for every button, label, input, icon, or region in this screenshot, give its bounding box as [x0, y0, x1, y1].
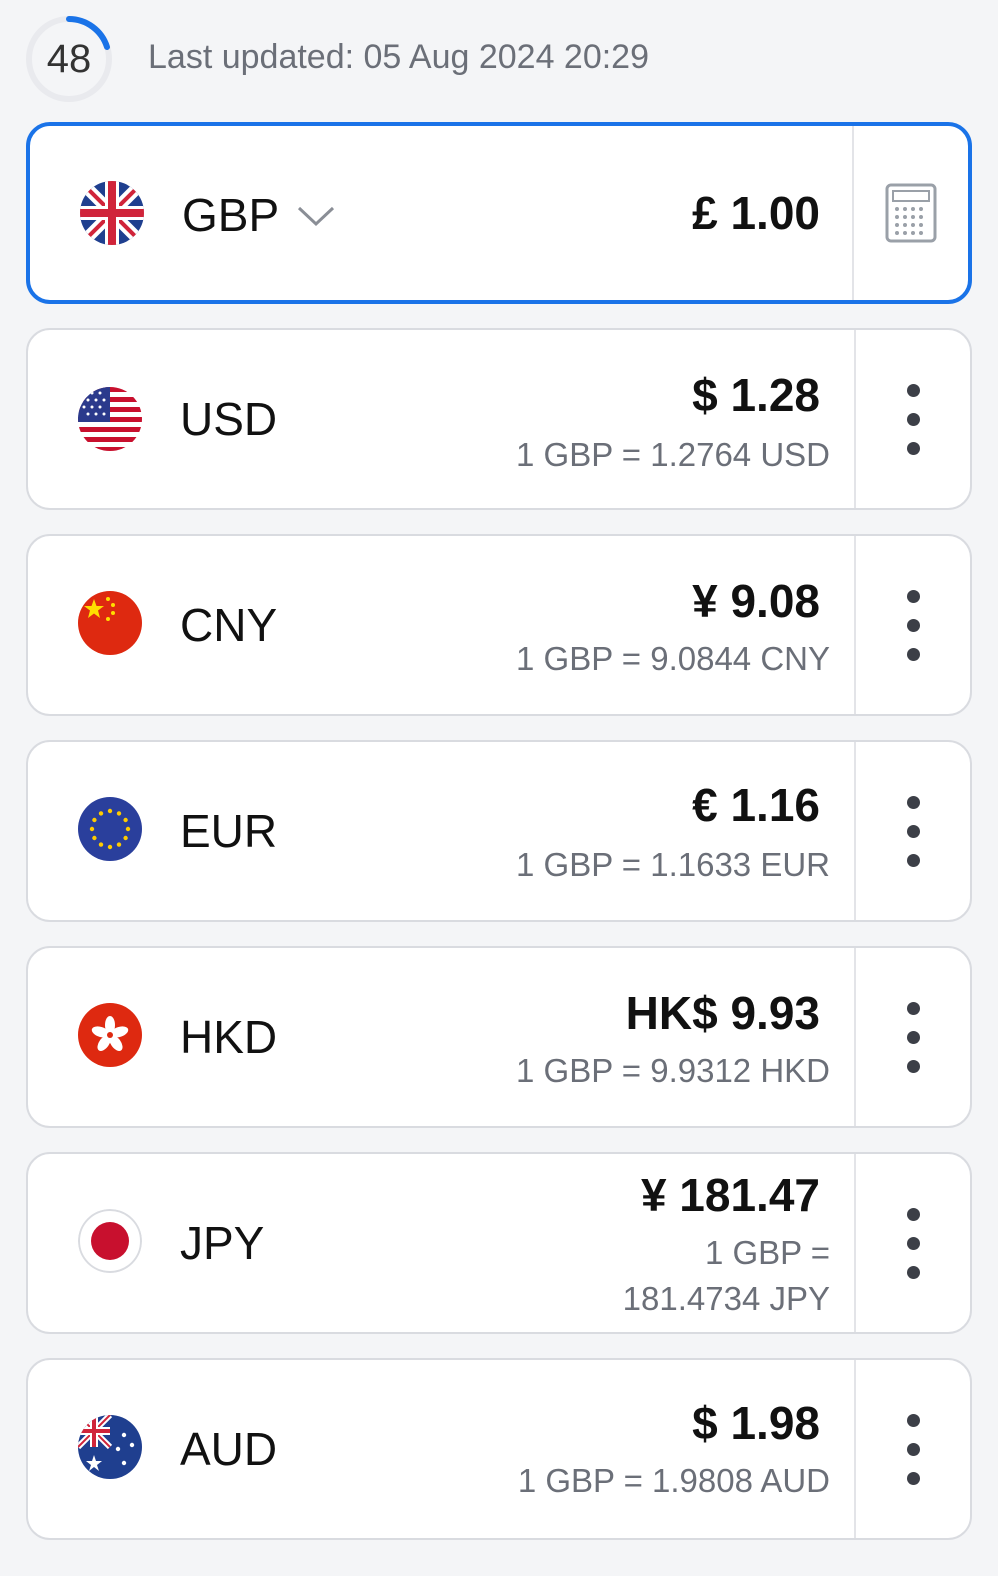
- more-vertical-icon: [906, 1207, 920, 1279]
- base-currency-code[interactable]: GBP: [182, 188, 279, 242]
- currency-code: EUR: [180, 805, 278, 857]
- currency-card-cny[interactable]: CNY ¥ 9.08 1 GBP = 9.0844 CNY: [26, 534, 972, 716]
- base-currency-card[interactable]: GBP £ 1.00: [26, 122, 972, 304]
- cn-flag-icon: [78, 591, 142, 655]
- hk-flag-icon: [78, 1003, 142, 1067]
- us-flag-icon: [78, 387, 142, 451]
- converted-amount[interactable]: HK$ 9.93: [626, 986, 820, 1040]
- exchange-rate: 1 GBP = 9.9312 HKD: [516, 1052, 830, 1089]
- currency-code: USD: [180, 393, 278, 445]
- more-vertical-icon: [906, 1413, 920, 1485]
- currency-card-usd[interactable]: USD $ 1.28 1 GBP = 1.2764 USD: [26, 328, 972, 510]
- more-options-button[interactable]: [856, 1154, 970, 1332]
- more-options-button[interactable]: [856, 948, 970, 1126]
- base-amount-input[interactable]: £ 1.00: [692, 186, 820, 240]
- currency-card-aud[interactable]: AUD $ 1.98 1 GBP = 1.9808 AUD: [26, 1358, 972, 1540]
- refresh-countdown[interactable]: 48: [24, 14, 114, 104]
- au-flag-icon: [78, 1415, 142, 1479]
- converted-amount[interactable]: ¥ 181.47: [641, 1168, 820, 1222]
- countdown-seconds: 48: [46, 36, 92, 81]
- more-vertical-icon: [906, 383, 920, 455]
- calculator-icon: [885, 183, 937, 243]
- currency-code: AUD: [180, 1423, 278, 1475]
- more-vertical-icon: [906, 589, 920, 661]
- exchange-rate: 1 GBP = 9.0844 CNY: [516, 640, 830, 677]
- calculator-button[interactable]: [854, 126, 968, 300]
- more-vertical-icon: [906, 1001, 920, 1073]
- converted-amount[interactable]: € 1.16: [692, 778, 820, 832]
- currency-card-jpy[interactable]: JPY ¥ 181.47 1 GBP = 181.4734 JPY: [26, 1152, 972, 1334]
- more-options-button[interactable]: [856, 742, 970, 920]
- currency-code: JPY: [180, 1217, 265, 1269]
- currency-code: HKD: [180, 1011, 278, 1063]
- exchange-rate-line-2: 181.4734 JPY: [622, 1280, 830, 1317]
- top-bar: 48 Last updated: 05 Aug 2024 20:29: [0, 0, 998, 118]
- currency-code: CNY: [180, 599, 278, 651]
- converted-amount[interactable]: $ 1.98: [692, 1396, 820, 1450]
- converted-amount[interactable]: $ 1.28: [692, 368, 820, 422]
- more-options-button[interactable]: [856, 536, 970, 714]
- exchange-rate: 1 GBP = 1.9808 AUD: [517, 1462, 830, 1499]
- more-options-button[interactable]: [856, 1360, 970, 1538]
- more-vertical-icon: [906, 795, 920, 867]
- exchange-rate: 1 GBP = 1.2764 USD: [516, 436, 830, 473]
- eu-flag-icon: [78, 797, 142, 861]
- exchange-rate-line-1: 1 GBP =: [704, 1234, 830, 1271]
- currency-card-eur[interactable]: EUR € 1.16 1 GBP = 1.1633 EUR: [26, 740, 972, 922]
- uk-flag-icon: [80, 181, 144, 245]
- jp-flag-icon: [78, 1209, 142, 1273]
- currency-card-hkd[interactable]: HKD HK$ 9.93 1 GBP = 9.9312 HKD: [26, 946, 972, 1128]
- chevron-down-icon[interactable]: [296, 204, 336, 228]
- more-options-button[interactable]: [856, 330, 970, 508]
- last-updated-text: Last updated: 05 Aug 2024 20:29: [148, 38, 650, 76]
- converted-amount[interactable]: ¥ 9.08: [692, 574, 820, 628]
- exchange-rate: 1 GBP = 1.1633 EUR: [516, 846, 830, 883]
